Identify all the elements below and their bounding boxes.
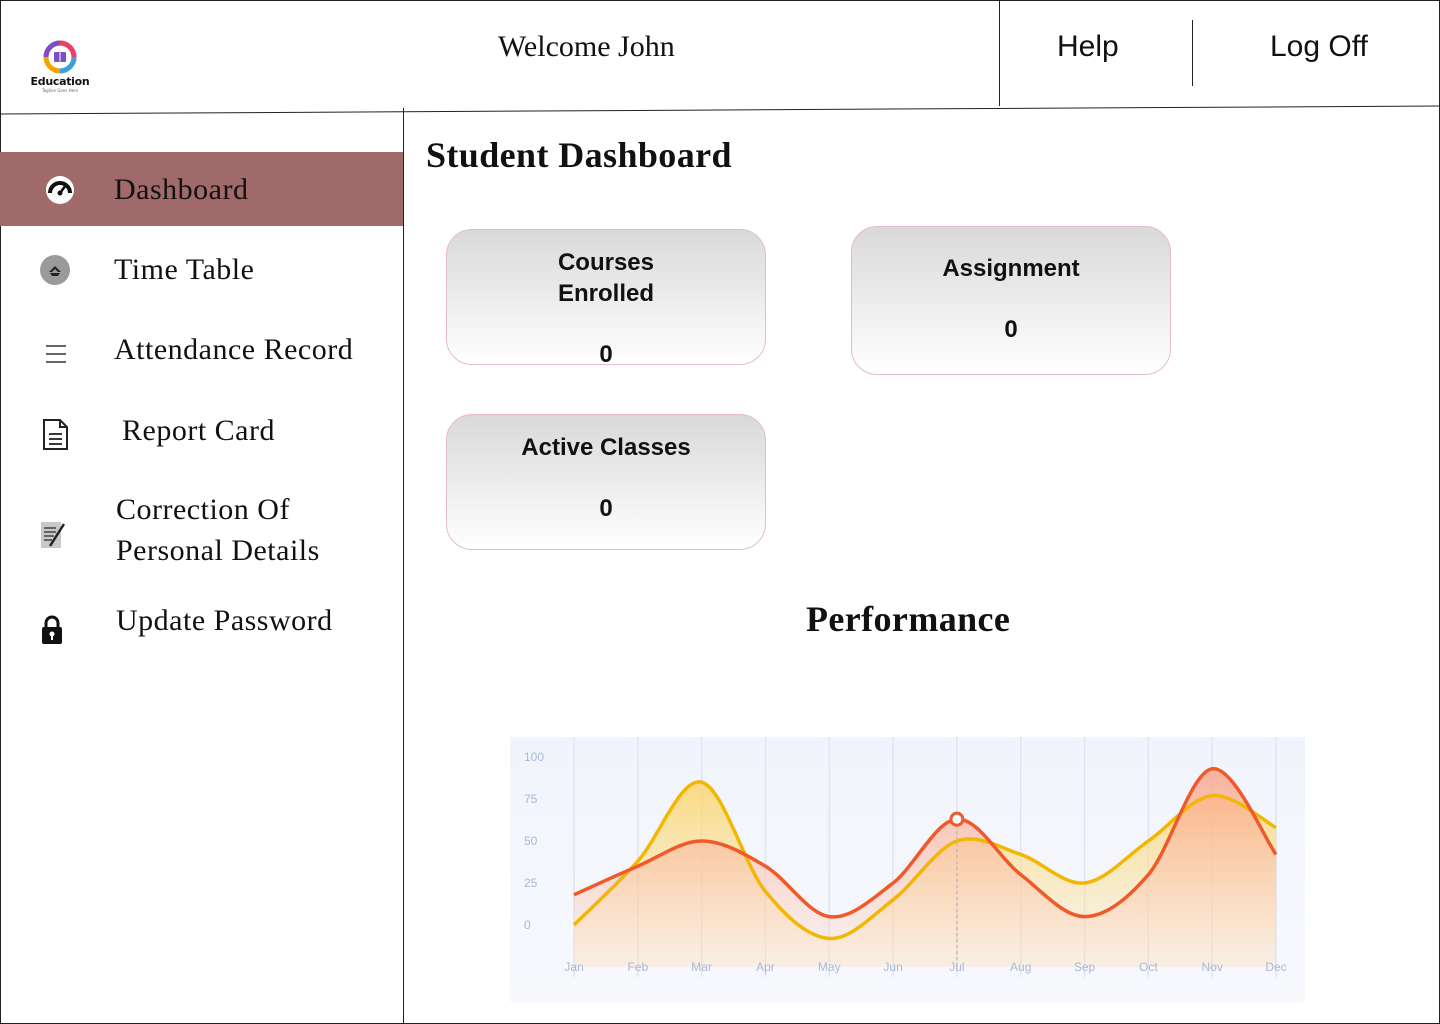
education-logo[interactable]: Education Tagline Goes Here <box>28 40 92 96</box>
x-tick-label: Sep <box>1074 960 1096 974</box>
header-bottom-border <box>0 105 1440 115</box>
card-value: 0 <box>1004 316 1018 343</box>
sidebar-item-update-password[interactable]: Update Password <box>0 590 403 660</box>
card-title: Courses Enrolled <box>557 249 655 307</box>
logo-text: Education <box>30 75 90 88</box>
y-tick-label: 50 <box>524 834 538 848</box>
edit-document-icon <box>40 520 70 550</box>
x-tick-label: Feb <box>627 960 648 974</box>
card-title: Active Classes <box>521 434 691 461</box>
sidebar-item-correction-of-personal-details[interactable]: Correction Of Personal Details <box>0 486 403 576</box>
header-divider <box>999 0 1000 106</box>
sidebar-item-label: Report Card <box>122 414 275 447</box>
sidebar-item-label: Update Password <box>116 604 333 637</box>
card-value: 0 <box>599 341 613 368</box>
y-tick-label: 100 <box>524 750 544 764</box>
x-tick-label: Apr <box>756 960 775 974</box>
x-tick-label: Jan <box>564 960 583 974</box>
dashboard-gauge-icon <box>45 175 75 205</box>
courses-enrolled-card[interactable]: Courses Enrolled 0 <box>446 229 766 368</box>
sidebar-item-label: Dashboard <box>114 173 249 206</box>
logoff-link[interactable]: Log Off <box>1270 30 1368 64</box>
highlight-point <box>949 811 965 827</box>
menu-lines-icon <box>44 342 74 372</box>
sidebar-item-report-card[interactable]: Report Card <box>0 400 403 470</box>
timetable-icon <box>40 255 70 285</box>
x-tick-label: Nov <box>1202 960 1223 974</box>
document-icon <box>42 418 72 450</box>
logo-tagline: Tagline Goes Here <box>41 88 79 93</box>
lock-icon <box>40 614 70 644</box>
help-link[interactable]: Help <box>1057 30 1119 64</box>
y-tick-label: 25 <box>524 876 538 890</box>
sidebar-item-dashboard[interactable]: Dashboard <box>0 152 403 226</box>
card-title: Assignment <box>942 255 1080 282</box>
x-tick-label: Oct <box>1139 960 1158 974</box>
x-tick-label: Jul <box>949 960 964 974</box>
sidebar-item-attendance-record[interactable]: Attendance Record <box>0 318 403 388</box>
x-tick-label: Jun <box>883 960 902 974</box>
performance-title: Performance <box>806 599 1011 639</box>
x-tick-label: Dec <box>1265 960 1286 974</box>
page-title: Student Dashboard <box>426 135 732 175</box>
sidebar-item-label: Time Table <box>114 253 255 286</box>
logo-book-icon <box>43 40 77 74</box>
y-tick-label: 0 <box>524 918 531 932</box>
assignment-card[interactable]: Assignment 0 <box>851 226 1171 375</box>
active-classes-card[interactable]: Active Classes 0 <box>446 414 766 550</box>
x-tick-label: Mar <box>691 960 712 974</box>
header: Education Tagline Goes Here Welcome John… <box>0 0 1440 110</box>
x-tick-label: May <box>818 960 841 974</box>
sidebar-item-label: Attendance Record <box>114 333 354 366</box>
performance-chart: 100 75 50 25 0 Jan Feb Mar Apr May Jun Jul Aug Sep Oc… <box>510 737 1305 1002</box>
sidebar-item-label: Correction Of Personal Details <box>116 493 320 567</box>
card-value: 0 <box>599 495 613 522</box>
welcome-message: Welcome John <box>498 30 675 63</box>
sidebar-divider <box>403 108 404 1024</box>
header-divider <box>1192 20 1193 86</box>
x-tick-label: Aug <box>1010 960 1031 974</box>
sidebar-item-time-table[interactable]: Time Table <box>0 236 403 306</box>
y-tick-label: 75 <box>524 792 538 806</box>
